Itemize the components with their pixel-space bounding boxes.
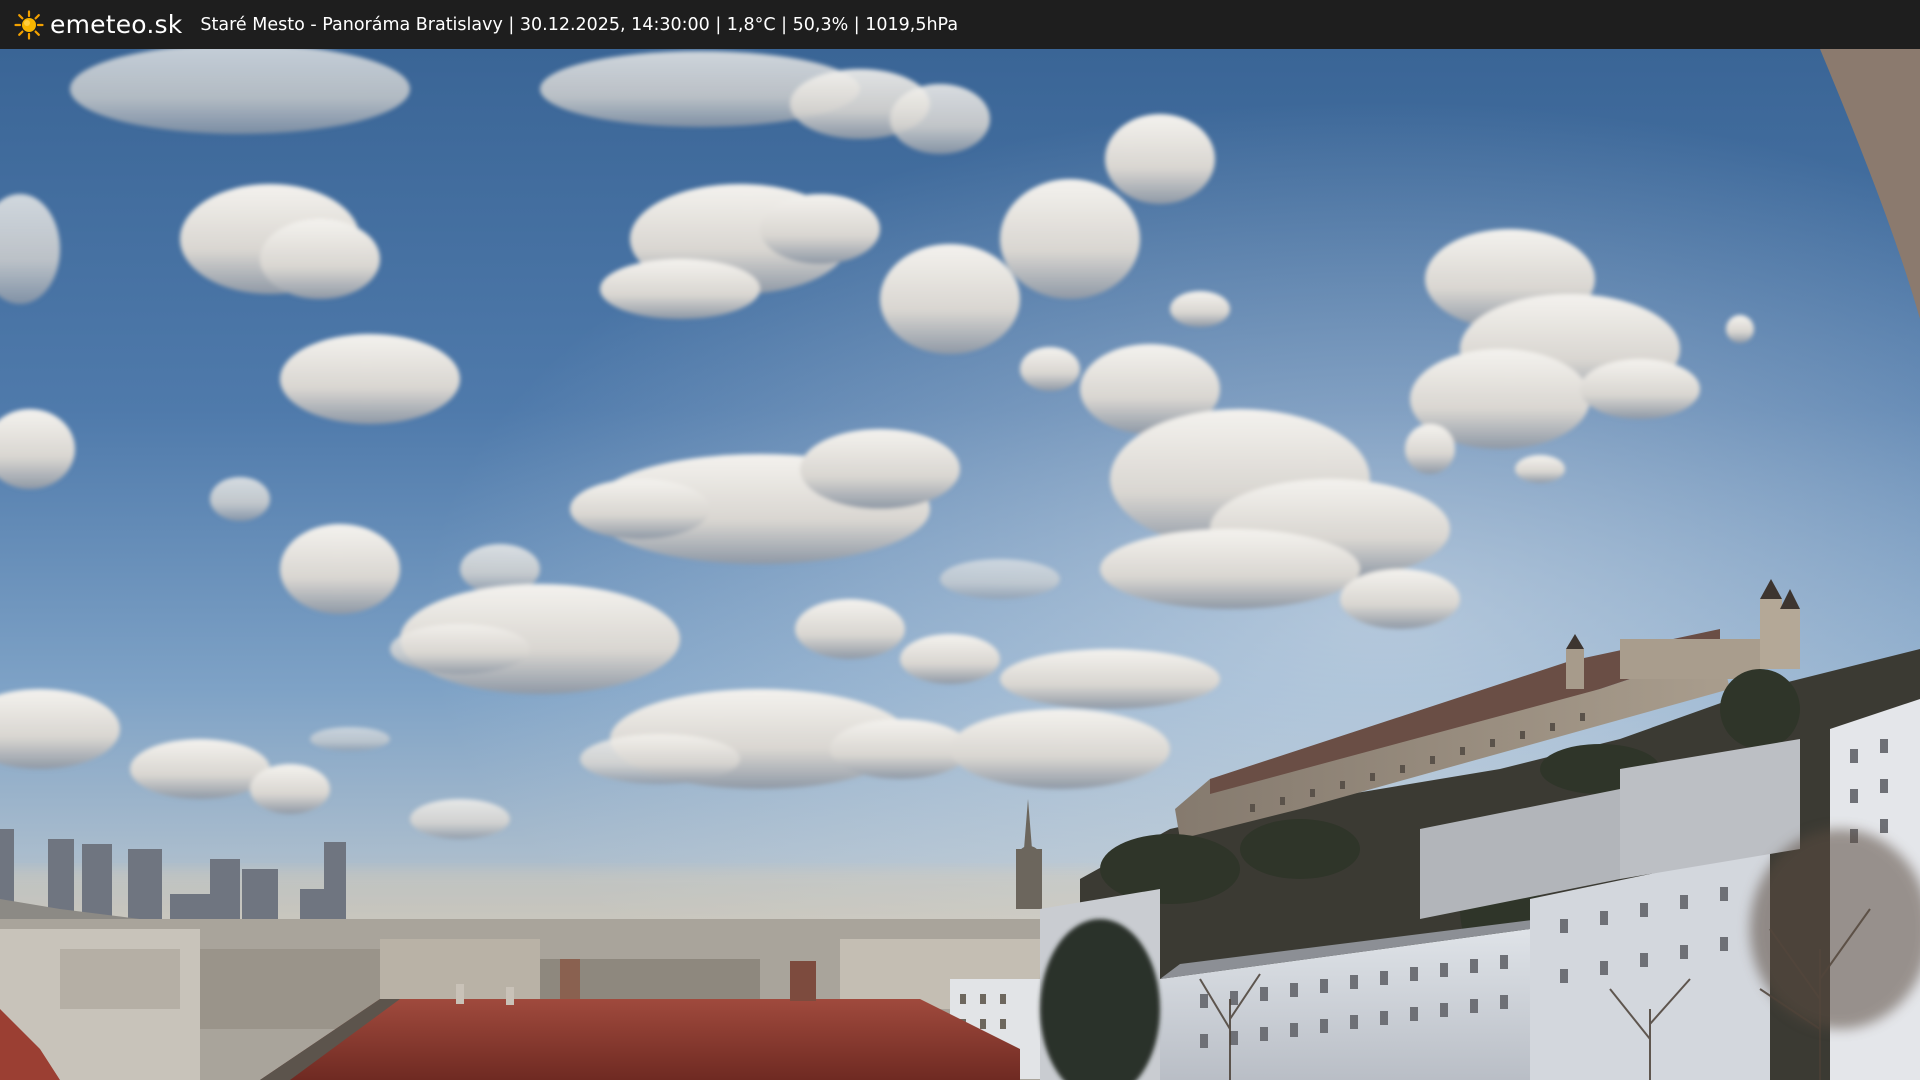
logo[interactable]: emeteo.sk [14, 0, 182, 49]
webcam-page: emeteo.sk Staré Mesto - Panoráma Bratisl… [0, 0, 1920, 1080]
sun-icon [14, 9, 44, 40]
webcam-panorama [0, 49, 1920, 1080]
station-info: Staré Mesto - Panoráma Bratislavy | 30.1… [200, 14, 959, 35]
logo-text: emeteo.sk [50, 10, 183, 39]
header-bar: emeteo.sk Staré Mesto - Panoráma Bratisl… [0, 0, 1920, 49]
